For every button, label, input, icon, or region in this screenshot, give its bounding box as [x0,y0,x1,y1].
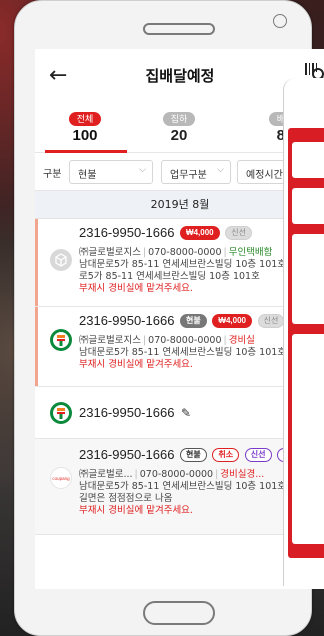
tracking-number-row: 2316-9950-1666 현불 취소 신선 사고 [79,447,304,462]
company-name: ㈜글로벌로지스 [79,335,141,346]
shipment-card[interactable]: 2316-9950-1666 ✎ [35,387,324,439]
task-type-select[interactable]: 업무구분 ⌵ [161,160,231,184]
chevron-down-icon: ⌵ [217,165,224,175]
svg-text:coupang: coupang [52,476,70,481]
side-panel-box [292,234,324,324]
tab-label: 전체 [68,112,102,126]
shipment-card[interactable]: coupang 2316-9950-1666 현불 취소 신선 사고 ㈜글로벌로… [35,439,324,535]
app-header: ← 집배달예정 [35,49,324,101]
front-camera [273,14,287,28]
payment-type-select[interactable]: 현불 ⌵ [69,160,153,184]
side-panel-box [292,188,324,224]
status-tabs: 전체 100 집하 20 배달 80 [35,101,324,153]
tab-all[interactable]: 전체 100 [45,107,125,144]
cod-amount-badge: ₩4,000 [180,226,220,240]
tracking-number: 2316-9950-1666 [79,313,175,328]
filter-bar: 구분 현불 ⌵ 업무구분 ⌵ 예정시간선택 [35,153,324,191]
sender-info: ㈜글로벌로지스 | 070-8000-0000 | 경비실 [79,335,255,346]
payment-badge: 현불 [180,314,207,328]
tab-label: 집하 [162,112,196,126]
card-stripe [35,219,38,306]
filter-label: 구분 [43,169,62,180]
seven-eleven-logo-icon [50,402,72,424]
delivery-note: 부재시 경비실에 맡겨주세요. [79,505,193,516]
shipment-card[interactable]: 2316-9950-1666 현불 ₩4,000 신선 ㈜글로벌로지스 | 070-… [35,307,324,387]
tracking-number-row: 2316-9950-1666 ₩4,000 신선 [79,225,252,240]
month-header: 2019년 8월 [35,191,324,219]
card-stripe [35,307,38,386]
address: 남대문로5가 85-11 연세세브란스빌딩 10층 101호 남대문로5가 85… [79,259,316,282]
tab-count: 20 [170,127,188,144]
delivery-note: 부재시 경비실에 맡겨주세요. [79,283,193,294]
address: 남대문로5가 85-11 연세세브란스빌딩 10층 101호 [79,347,287,358]
pencil-icon[interactable]: ✎ [181,406,191,420]
tracking-number: 2316-9950-1666 [79,447,175,462]
address: 남대문로5가 85-11 연세세브란스빌딩 10층 101호 글자가 길면은 점… [79,481,316,504]
chevron-down-icon: ⌵ [139,165,146,175]
tracking-number-row: 2316-9950-1666 ✎ [79,405,191,420]
tracking-number-row: 2316-9950-1666 현불 ₩4,000 신선 [79,313,285,328]
company-name: ㈜글로벌로지스 [79,247,141,258]
tracking-number: 2316-9950-1666 [79,225,175,240]
phone-number: 070-8000-0000 [139,469,214,480]
cod-amount-badge: ₩4,000 [212,314,252,328]
company-name: ㈜글로벌로... [79,469,133,480]
cancel-badge: 취소 [212,448,240,462]
delivery-location: 경비실경... [220,469,265,480]
side-panel-preview [283,78,324,586]
phone-number: 070-8000-0000 [148,335,222,346]
phone-frame: ← 집배달예정 전체 100 집하 20 배달 80 [14,0,324,636]
payment-badge: 현불 [180,448,207,462]
app-screen: ← 집배달예정 전체 100 집하 20 배달 80 [35,49,324,589]
package-icon [50,249,72,271]
phone-number: 070-8000-0000 [148,247,222,258]
home-button[interactable] [143,601,215,625]
seven-eleven-logo-icon [50,329,72,351]
task-type-value: 업무구분 [170,170,207,181]
side-panel-box [292,142,324,178]
tab-count: 100 [72,127,98,144]
shipment-card[interactable]: 2316-9950-1666 ₩4,000 신선 ㈜글로벌로지스 | 070-800… [35,219,324,307]
delivery-location: 경비실 [228,335,255,346]
page-title: 집배달예정 [145,68,215,85]
fresh-badge: 신선 [244,448,272,462]
tracking-number: 2316-9950-1666 [79,405,175,420]
speaker-grille [143,23,215,35]
sender-info: ㈜글로벌로지스 | 070-8000-0000 | 무인택배함 [79,247,273,258]
delivery-location: 무인택배함 [228,247,273,258]
side-panel-box [292,334,324,544]
fresh-badge: 신선 [225,226,252,240]
tab-pickup[interactable]: 집하 20 [139,107,219,144]
sender-info: ㈜글로벌로... | 070-8000-0000 | 경비실경... [79,469,265,480]
coupang-logo-icon: coupang [50,467,72,489]
delivery-note: 부재시 경비실에 맡겨주세요. [79,359,193,370]
fresh-badge: 신선 [257,314,285,328]
payment-type-value: 현불 [78,170,97,181]
